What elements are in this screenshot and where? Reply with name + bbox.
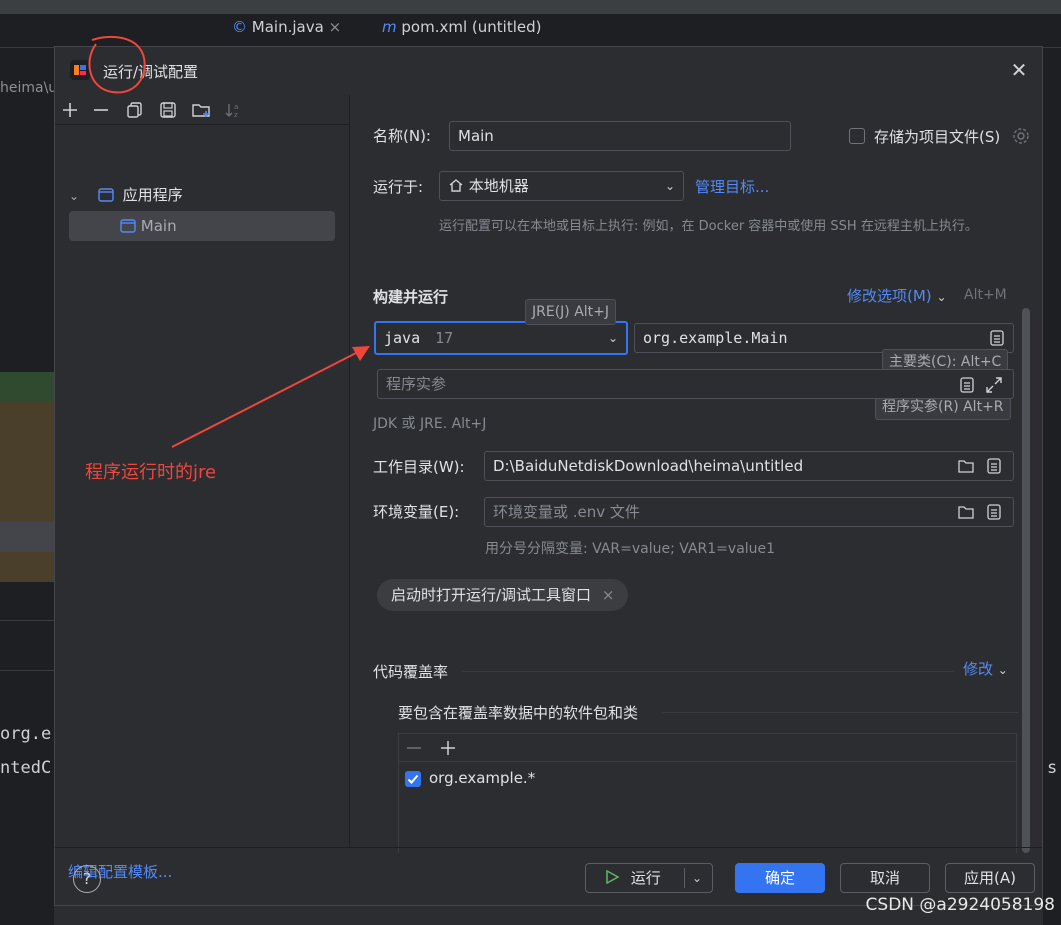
watermark: CSDN @a2924058198 [865, 895, 1055, 915]
annotation-circle [88, 35, 146, 94]
annotation-arrow-line [171, 351, 359, 448]
annotation-text: 程序运行时的jre [85, 462, 217, 483]
